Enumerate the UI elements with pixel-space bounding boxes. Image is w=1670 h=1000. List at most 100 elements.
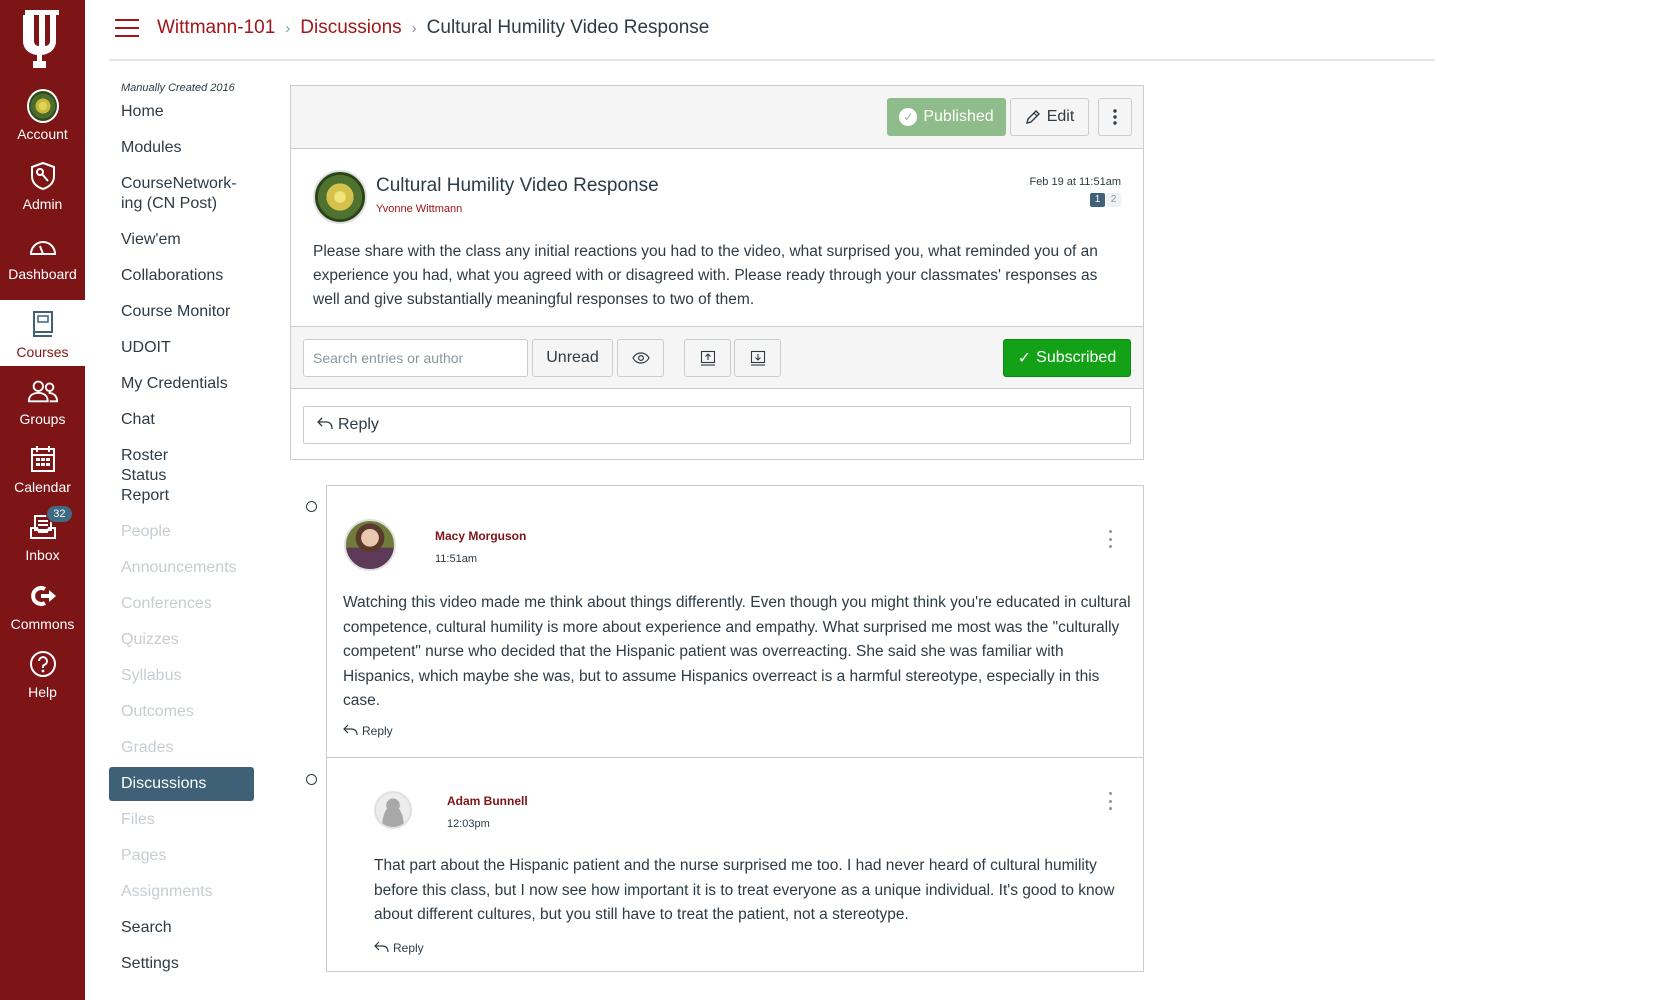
entry-author-avatar[interactable] (344, 519, 396, 571)
kebab-menu-icon (1113, 109, 1117, 125)
course-nav-udoit[interactable]: UDOIT (109, 338, 254, 358)
global-nav-groups[interactable]: Groups (0, 367, 85, 433)
course-nav-pages[interactable]: Pages (109, 846, 254, 866)
read-status-toggle[interactable] (306, 501, 317, 512)
global-nav-inbox[interactable]: 32 Inbox (0, 503, 85, 569)
entry-reply-button[interactable]: Reply (374, 939, 424, 956)
topic-toolbar: ✓ Published Edit (291, 86, 1143, 149)
reply-arrow-icon (374, 939, 390, 956)
entry-author-link[interactable]: Macy Morguson (435, 529, 526, 543)
published-button[interactable]: ✓ Published (887, 98, 1006, 136)
mark-all-read-button[interactable] (617, 339, 664, 377)
discussion-entry: Adam Bunnell 12:03pm That part about the… (326, 758, 1144, 972)
topic-title: Cultural Humility Video Response (376, 175, 659, 196)
discussion-entry: Macy Morguson 11:51am Watching this vide… (326, 485, 1144, 758)
course-nav-announcements[interactable]: Announcements (109, 558, 254, 578)
collapse-icon (700, 350, 715, 366)
course-nav-settings[interactable]: Settings (109, 954, 254, 974)
more-options-button[interactable] (1098, 98, 1132, 136)
pencil-icon (1025, 110, 1040, 124)
course-nav-my-credentials[interactable]: My Credentials (109, 374, 254, 394)
course-nav-search[interactable]: Search (109, 918, 254, 938)
reply-label: Reply (338, 416, 379, 433)
course-nav-home[interactable]: Home (109, 102, 254, 122)
chevron-right-icon: › (285, 19, 291, 37)
global-nav-account[interactable]: Account (0, 82, 85, 148)
course-nav-modules[interactable]: Modules (109, 138, 254, 158)
topic-body: Please share with the class any initial … (313, 243, 1098, 308)
entry-body: Watching this video made me think about … (343, 594, 1131, 709)
breadcrumb-discussions-link[interactable]: Discussions (300, 17, 401, 39)
nav-label: Groups (19, 411, 66, 427)
entry-timestamp: 12:03pm (447, 818, 490, 830)
unread-filter-button[interactable]: Unread (532, 339, 613, 377)
global-nav-courses[interactable]: Courses (0, 300, 85, 366)
course-nav-collaborations[interactable]: Collaborations (109, 266, 254, 286)
entry-author-link[interactable]: Adam Bunnell (447, 794, 528, 808)
read-status-toggle[interactable] (306, 774, 317, 785)
course-nav-syllabus[interactable]: Syllabus (109, 666, 254, 686)
course-nav-coursenetwork-ing-cn-post[interactable]: CourseNetwork-ing (CN Post) (109, 174, 237, 214)
account-avatar-icon (26, 89, 59, 123)
nav-label: Account (17, 126, 68, 142)
header-divider (109, 59, 1435, 61)
topic-author-link[interactable]: Yvonne Wittmann (376, 203, 462, 215)
course-subtitle: Manually Created 2016 (121, 82, 235, 94)
global-nav-help[interactable]: Help (0, 640, 85, 706)
author-avatar[interactable] (313, 170, 367, 224)
course-nav-conferences[interactable]: Conferences (109, 594, 254, 614)
page-1[interactable]: 1 (1090, 193, 1105, 207)
admin-shield-icon (30, 161, 55, 191)
entry-options-icon[interactable] (1107, 530, 1113, 548)
global-nav-dashboard[interactable]: Dashboard (0, 222, 85, 288)
course-nav-assignments[interactable]: Assignments (109, 882, 254, 902)
search-entries-input[interactable] (303, 339, 528, 377)
breadcrumb-course-link[interactable]: Wittmann-101 (157, 17, 275, 39)
dashboard-gauge-icon (29, 241, 56, 255)
page-2[interactable]: 2 (1106, 193, 1121, 207)
reply-to-topic-button[interactable]: Reply (303, 406, 1131, 444)
entry-reply-button[interactable]: Reply (343, 722, 393, 739)
chevron-right-icon: › (411, 19, 417, 37)
breadcrumb: Wittmann-101 › Discussions › Cultural Hu… (157, 17, 709, 39)
entry-author-avatar[interactable] (374, 791, 412, 829)
reply-label: Reply (362, 723, 393, 738)
breadcrumb-current: Cultural Humility Video Response (426, 17, 710, 38)
expand-icon (750, 350, 765, 366)
course-nav-grades[interactable]: Grades (109, 738, 254, 758)
checkmark-icon: ✓ (1017, 350, 1032, 367)
course-nav-course-monitor[interactable]: Course Monitor (109, 302, 254, 322)
course-nav-discussions[interactable]: Discussions (109, 767, 254, 801)
course-nav-people[interactable]: People (109, 522, 254, 542)
reply-label: Reply (393, 940, 424, 955)
entry-options-icon[interactable] (1107, 792, 1113, 810)
global-nav-commons[interactable]: Commons (0, 572, 85, 638)
commons-icon (30, 586, 56, 606)
edit-label: Edit (1046, 108, 1075, 125)
collapse-replies-button[interactable] (684, 339, 731, 377)
discussion-filter-bar: Unread ✓ Subscribed (291, 326, 1143, 389)
course-nav-view-em[interactable]: View'em (109, 230, 254, 250)
trident-logo-icon (22, 10, 59, 68)
nav-label: Calendar (14, 479, 71, 495)
entry-body: That part about the Hispanic patient and… (374, 857, 1115, 923)
nav-label: Dashboard (8, 266, 77, 282)
course-nav-chat[interactable]: Chat (109, 410, 254, 430)
expand-replies-button[interactable] (734, 339, 781, 377)
course-nav-files[interactable]: Files (109, 810, 254, 830)
reply-arrow-icon (343, 722, 359, 739)
course-nav-outcomes[interactable]: Outcomes (109, 702, 254, 722)
subscribed-button[interactable]: ✓ Subscribed (1003, 339, 1131, 377)
course-nav-quizzes[interactable]: Quizzes (109, 630, 254, 650)
global-nav-calendar[interactable]: Calendar (0, 435, 85, 501)
topic-date: Feb 19 at 11:51am (1029, 176, 1121, 188)
global-nav: Account Admin Dashboard Courses Groups C… (0, 0, 85, 1000)
course-nav: Manually Created 2016 Home Modules CourseN… (109, 82, 254, 990)
iu-logo[interactable] (0, 10, 85, 72)
course-nav-roster-status-report[interactable]: Roster Status Report (109, 446, 219, 506)
hamburger-menu-icon[interactable] (115, 19, 139, 37)
edit-button[interactable]: Edit (1010, 98, 1089, 136)
global-nav-admin[interactable]: Admin (0, 152, 85, 218)
courses-book-icon (32, 311, 53, 337)
entry-timestamp: 11:51am (435, 553, 477, 565)
